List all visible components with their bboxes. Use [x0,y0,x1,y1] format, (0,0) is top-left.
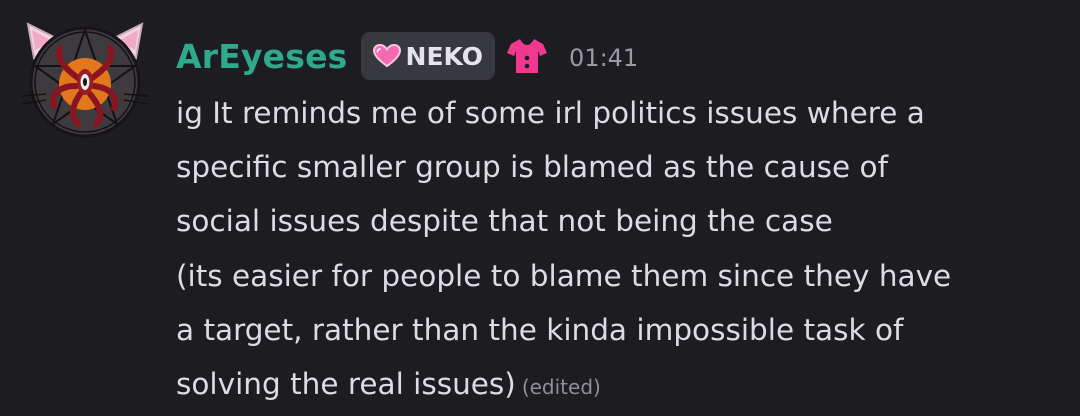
message-line: ig It reminds me of some irl politics is… [176,96,925,130]
pink-shirt-icon [507,39,548,73]
message-line: social issues despite that not being the… [176,204,833,239]
message-line: specific smaller group is blamed as the … [176,150,888,185]
pink-heart-icon [372,44,401,68]
username[interactable]: ArEyeses [176,37,348,76]
message-line: a target, rather than the kinda impossib… [176,312,904,347]
edited-label: (edited) [521,375,601,400]
message-content: ig It reminds me of some irl politics is… [176,86,1056,414]
message-header: ArEyeses NEKO 01:41 [176,26,638,86]
chat-message: ArEyeses NEKO 01:41 ig It reminds me of … [0,0,1080,416]
message-last-line: solving the real issues) (edited) [176,357,1056,414]
guild-tag-label: NEKO [405,41,484,71]
message-timestamp[interactable]: 01:41 [569,40,638,72]
message-line: solving the real issues) [176,367,516,402]
user-avatar[interactable] [20,20,150,140]
message-line: (its easier for people to blame them sin… [176,258,952,293]
guild-tag[interactable]: NEKO [360,32,496,80]
